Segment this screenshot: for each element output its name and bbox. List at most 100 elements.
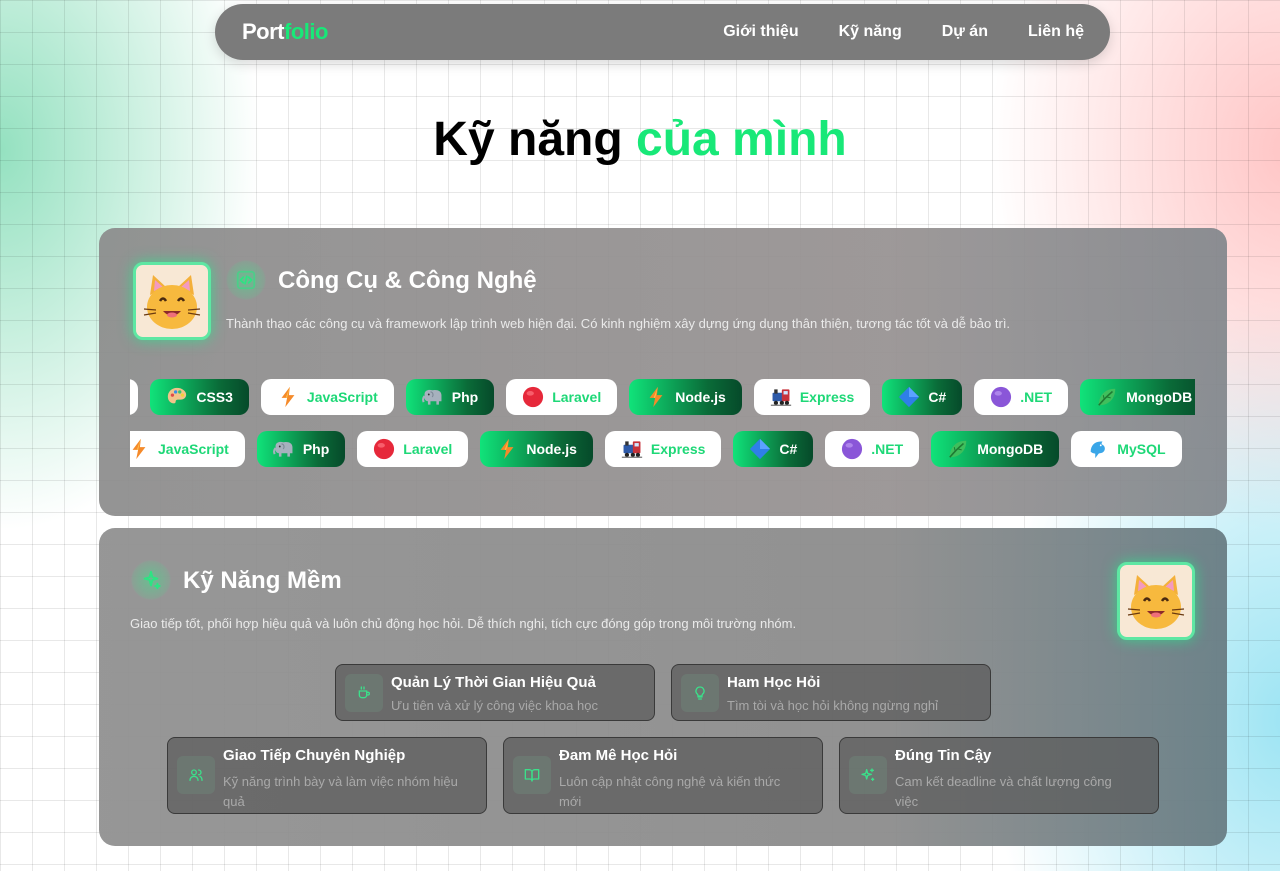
skill-desc: Cam kết deadline và chất lượng công việc	[895, 774, 1112, 809]
skill-desc: Tìm tòi và học hỏi không ngừng nghỉ	[727, 698, 939, 713]
tech-pill-css3[interactable]: CSS3	[150, 379, 249, 415]
cat-avatar	[1117, 562, 1195, 640]
tech-pill-php[interactable]: Php	[405, 379, 495, 415]
tech-pill-mongodb[interactable]: MongoDB	[931, 431, 1060, 467]
skill-title: Đam Mê Học Hỏi	[559, 747, 678, 764]
tools-card: Công Cụ & Công Nghệ Thành thạo các công …	[99, 228, 1227, 516]
tech-pill-label: Express	[650, 441, 706, 457]
lightning-icon	[496, 438, 518, 460]
tech-pill-nodejs[interactable]: Node.js	[629, 379, 742, 415]
skill-title: Ham Học Hỏi	[727, 674, 821, 691]
tech-pill-label: Express	[799, 389, 855, 405]
tech-pill-label: Php	[451, 389, 479, 405]
tech-pill-nodejs[interactable]: Node.js	[480, 431, 593, 467]
tech-pill-label: C#	[779, 441, 798, 457]
tech-marquee-row-2: JavaScript Php Laravel Node.js Express C# .NET…	[130, 431, 1195, 469]
tech-pill-net[interactable]: .NET	[974, 379, 1069, 415]
tech-pill-c[interactable]: C#	[733, 431, 814, 467]
palette-icon	[166, 386, 188, 408]
coffee-icon	[345, 674, 383, 712]
users-icon	[177, 756, 215, 794]
skill-desc: Kỹ năng trình bày và làm việc nhóm hiệu …	[223, 774, 458, 809]
tools-description: Thành thạo các công cụ và framework lập …	[226, 316, 1011, 331]
tech-pill-laravel[interactable]: Laravel	[357, 431, 469, 467]
title-main: Kỹ năng	[433, 113, 623, 166]
skill-desc: Ưu tiên và xử lý công việc khoa học	[391, 698, 598, 713]
tech-pill-express[interactable]: Express	[604, 431, 722, 467]
tech-pill-label: Laravel	[552, 389, 602, 405]
cat-face-icon	[143, 275, 201, 329]
tech-pill-s[interactable]: S	[130, 379, 139, 415]
tech-pill-label: JavaScript	[158, 441, 229, 457]
tech-pill-label: Php	[302, 441, 330, 457]
red-circle-icon	[522, 386, 544, 408]
skill-card-time-management[interactable]: Quản Lý Thời Gian Hiệu Quả Ưu tiên và xử…	[335, 664, 655, 721]
nav-link-gioi-thieu[interactable]: Giới thiệu	[723, 23, 798, 41]
lightning-icon	[130, 438, 150, 460]
skill-title: Giao Tiếp Chuyên Nghiệp	[223, 747, 406, 764]
tools-title: Công Cụ & Công Nghệ	[278, 267, 537, 294]
skill-card-passion-learning[interactable]: Đam Mê Học Hỏi Luôn cập nhật công nghệ v…	[503, 737, 823, 814]
sparkles-icon	[849, 756, 887, 794]
nav-link-lien-he[interactable]: Liên hệ	[1028, 23, 1084, 41]
nav-link-ky-nang[interactable]: Kỹ năng	[839, 23, 902, 41]
tech-pill-label: Laravel	[403, 441, 453, 457]
diamond-icon	[898, 386, 920, 408]
code-icon	[226, 260, 266, 300]
tech-pill-net[interactable]: .NET	[825, 431, 920, 467]
page-title: Kỹ năng của mình	[0, 112, 1280, 167]
sparkles-icon	[131, 560, 171, 600]
lightning-icon	[277, 386, 299, 408]
elephant-icon	[272, 438, 295, 460]
tech-pill-express[interactable]: Express	[753, 379, 871, 415]
skill-title: Đúng Tin Cậy	[895, 747, 992, 764]
tech-pill-label: MongoDB	[977, 441, 1044, 457]
train-icon	[770, 386, 792, 408]
purple-circle-icon	[990, 386, 1012, 408]
book-icon	[513, 756, 551, 794]
soft-skills-card: Kỹ Năng Mềm Giao tiếp tốt, phối hợp hiệu…	[99, 528, 1227, 846]
diamond-icon	[749, 438, 771, 460]
tech-pill-label: .NET	[1020, 389, 1053, 405]
elephant-icon	[421, 386, 444, 408]
leaf-icon	[947, 438, 969, 460]
tech-pill-laravel[interactable]: Laravel	[506, 379, 618, 415]
lightbulb-icon	[681, 674, 719, 712]
logo-accent: folio	[284, 19, 328, 44]
tech-pill-label: MongoDB	[1126, 389, 1193, 405]
dolphin-icon	[1087, 438, 1109, 460]
logo-main: Port	[242, 19, 285, 44]
soft-skills-title: Kỹ Năng Mềm	[183, 567, 342, 594]
skill-card-reliable[interactable]: Đúng Tin Cậy Cam kết deadline và chất lư…	[839, 737, 1159, 814]
purple-circle-icon	[841, 438, 863, 460]
navbar: Portfolio Giới thiệu Kỹ năng Dự án Liên …	[215, 4, 1110, 60]
nav-links: Giới thiệu Kỹ năng Dự án Liên hệ	[723, 23, 1084, 41]
tech-pill-label: JavaScript	[306, 389, 378, 405]
tech-pill-javascript[interactable]: JavaScript	[260, 379, 394, 415]
tech-pill-php[interactable]: Php	[256, 431, 346, 467]
cat-face-icon	[1127, 575, 1185, 629]
title-accent: của mình	[636, 113, 847, 166]
tech-pill-javascript[interactable]: JavaScript	[130, 431, 245, 467]
cat-avatar	[133, 262, 211, 340]
train-icon	[621, 438, 643, 460]
tech-pill-label: CSS3	[196, 389, 233, 405]
logo[interactable]: Portfolio	[242, 19, 328, 45]
leaf-icon	[1096, 386, 1118, 408]
tech-pill-label: Node.js	[675, 389, 726, 405]
tech-pill-label: C#	[928, 389, 947, 405]
skill-title: Quản Lý Thời Gian Hiệu Quả	[391, 674, 596, 691]
tech-pill-label: .NET	[871, 441, 904, 457]
tech-pill-label: MySQL	[1117, 441, 1166, 457]
tech-pill-c[interactable]: C#	[882, 379, 963, 415]
nav-link-du-an[interactable]: Dự án	[942, 23, 988, 41]
soft-skills-description: Giao tiếp tốt, phối hợp hiệu quả và luôn…	[130, 616, 797, 631]
tech-pill-mysql[interactable]: MySQL	[1071, 431, 1182, 467]
tech-pill-label: Node.js	[526, 441, 577, 457]
tech-pill-mongodb[interactable]: MongoDB	[1080, 379, 1195, 415]
skill-card-eager-learner[interactable]: Ham Học Hỏi Tìm tòi và học hỏi không ngừ…	[671, 664, 991, 721]
lightning-icon	[645, 386, 667, 408]
skill-card-communication[interactable]: Giao Tiếp Chuyên Nghiệp Kỹ năng trình bà…	[167, 737, 487, 814]
red-circle-icon	[373, 438, 395, 460]
skill-desc: Luôn cập nhật công nghệ và kiến thức mới	[559, 774, 781, 809]
